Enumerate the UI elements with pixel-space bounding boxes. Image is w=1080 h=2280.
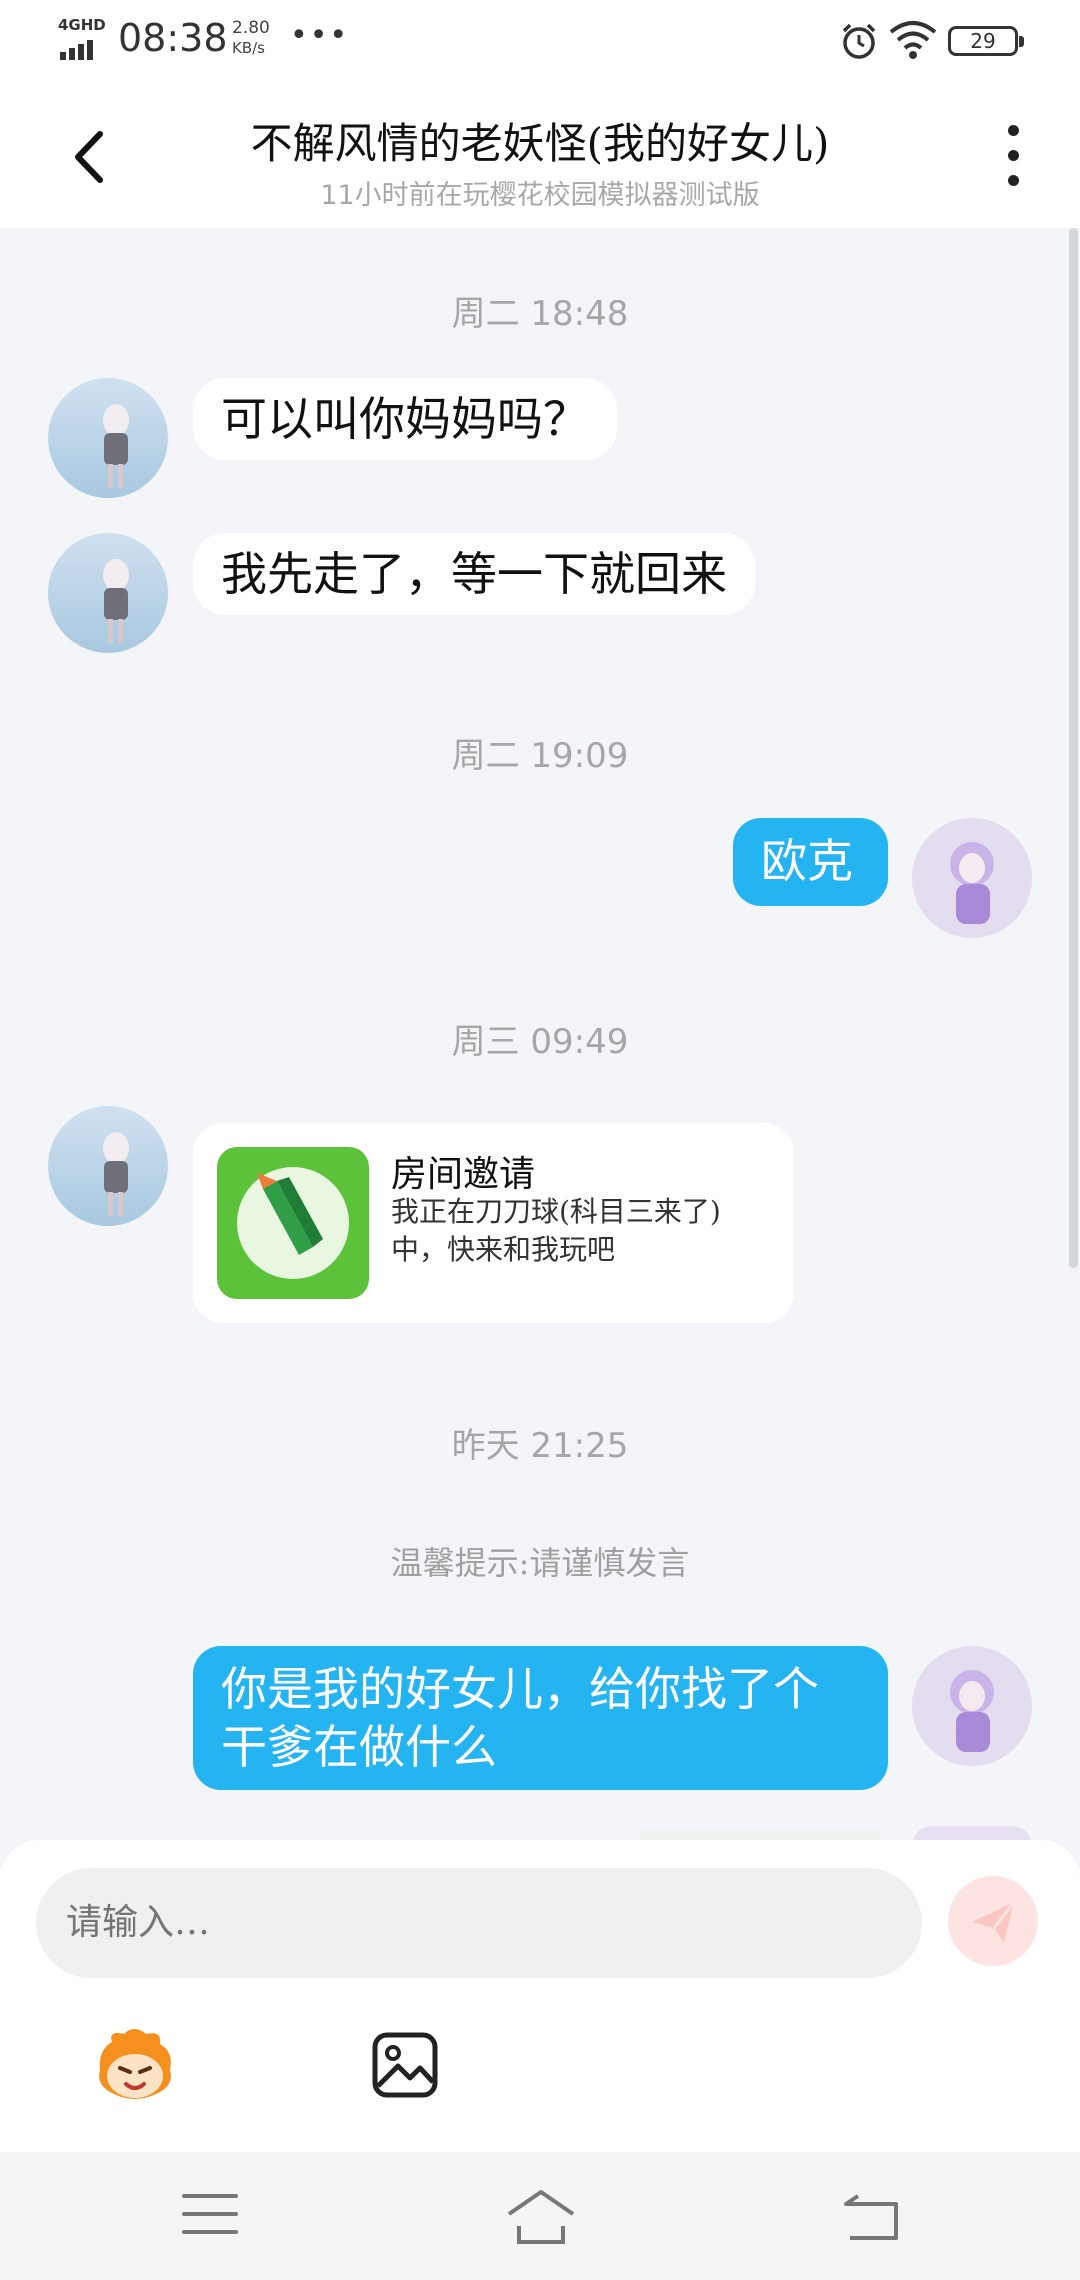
clock: 08:38 [118,16,228,60]
alarm-icon [842,23,876,59]
wifi-icon [889,21,937,59]
my-avatar[interactable] [912,818,1032,938]
network-type: 4GHD [58,16,106,34]
speed-unit: KB/s [232,39,265,57]
card-description: 我正在刀刀球(科目三来了)中，快来和我玩吧 [391,1195,721,1266]
signal-icon: 4GHD [58,16,106,60]
chat-title: 不解风情的老妖怪(我的好女儿) [250,119,830,168]
recent-apps-button[interactable] [182,2194,238,2238]
system-nav-bar [0,2152,1080,2280]
network-speed: 2.80 KB/s [232,18,270,58]
my-message-bubble[interactable]: 欧克 [733,818,888,906]
avatar-image [912,1646,1032,1766]
more-options-button[interactable] [998,125,1028,191]
more-notifications-icon: ••• [290,18,350,53]
message-bubble[interactable]: 可以叫你妈妈吗？ [193,378,617,460]
battery-level: 29 [970,29,996,53]
timestamp: 周三 09:49 [451,1022,629,1062]
emoji-icon[interactable] [90,2020,180,2110]
card-title: 房间邀请 [391,1154,536,1195]
avatar-image [48,1106,168,1226]
title-block: 不解风情的老妖怪(我的好女儿) 11小时前在玩樱花校园模拟器测试版 [160,110,920,212]
my-message-bubble[interactable]: 你是我的好女儿，给你找了个干爹在做什么 [193,1646,888,1790]
avatar[interactable] [48,1106,168,1226]
avatar[interactable] [48,533,168,653]
back-nav-button[interactable] [840,2190,900,2242]
send-button[interactable] [948,1876,1038,1966]
send-icon [972,1901,1016,1942]
home-button[interactable] [505,2188,577,2246]
status-bar: 4GHD 08:38 2.80 KB/s ••• 29 [0,0,1080,80]
message-bubble[interactable]: 我先走了，等一下就回来 [193,533,755,615]
timestamp: 昨天 21:25 [451,1426,629,1466]
chat-header: 不解风情的老妖怪(我的好女儿) 11小时前在玩樱花校园模拟器测试版 [0,80,1080,228]
image-icon[interactable] [370,2030,440,2100]
game-thumbnail [217,1147,369,1299]
safety-hint: 温馨提示:请谨慎发言 [390,1544,690,1582]
message-input[interactable] [36,1868,922,1978]
my-avatar[interactable] [912,1646,1032,1766]
avatar-image [48,533,168,653]
chat-subtitle: 11小时前在玩樱花校园模拟器测试版 [320,180,760,211]
speed-value: 2.80 [232,18,270,38]
image-message-preview[interactable] [640,1830,880,1840]
avatar-image [48,378,168,498]
back-button[interactable] [60,122,120,192]
battery-icon: 29 [948,26,1024,56]
timestamp: 周二 18:48 [451,294,629,334]
composer-panel [0,1840,1080,2152]
timestamp: 周二 19:09 [451,736,629,776]
avatar[interactable] [48,378,168,498]
room-invite-card[interactable]: 房间邀请 我正在刀刀球(科目三来了)中，快来和我玩吧 [193,1123,794,1323]
avatar-image [912,818,1032,938]
